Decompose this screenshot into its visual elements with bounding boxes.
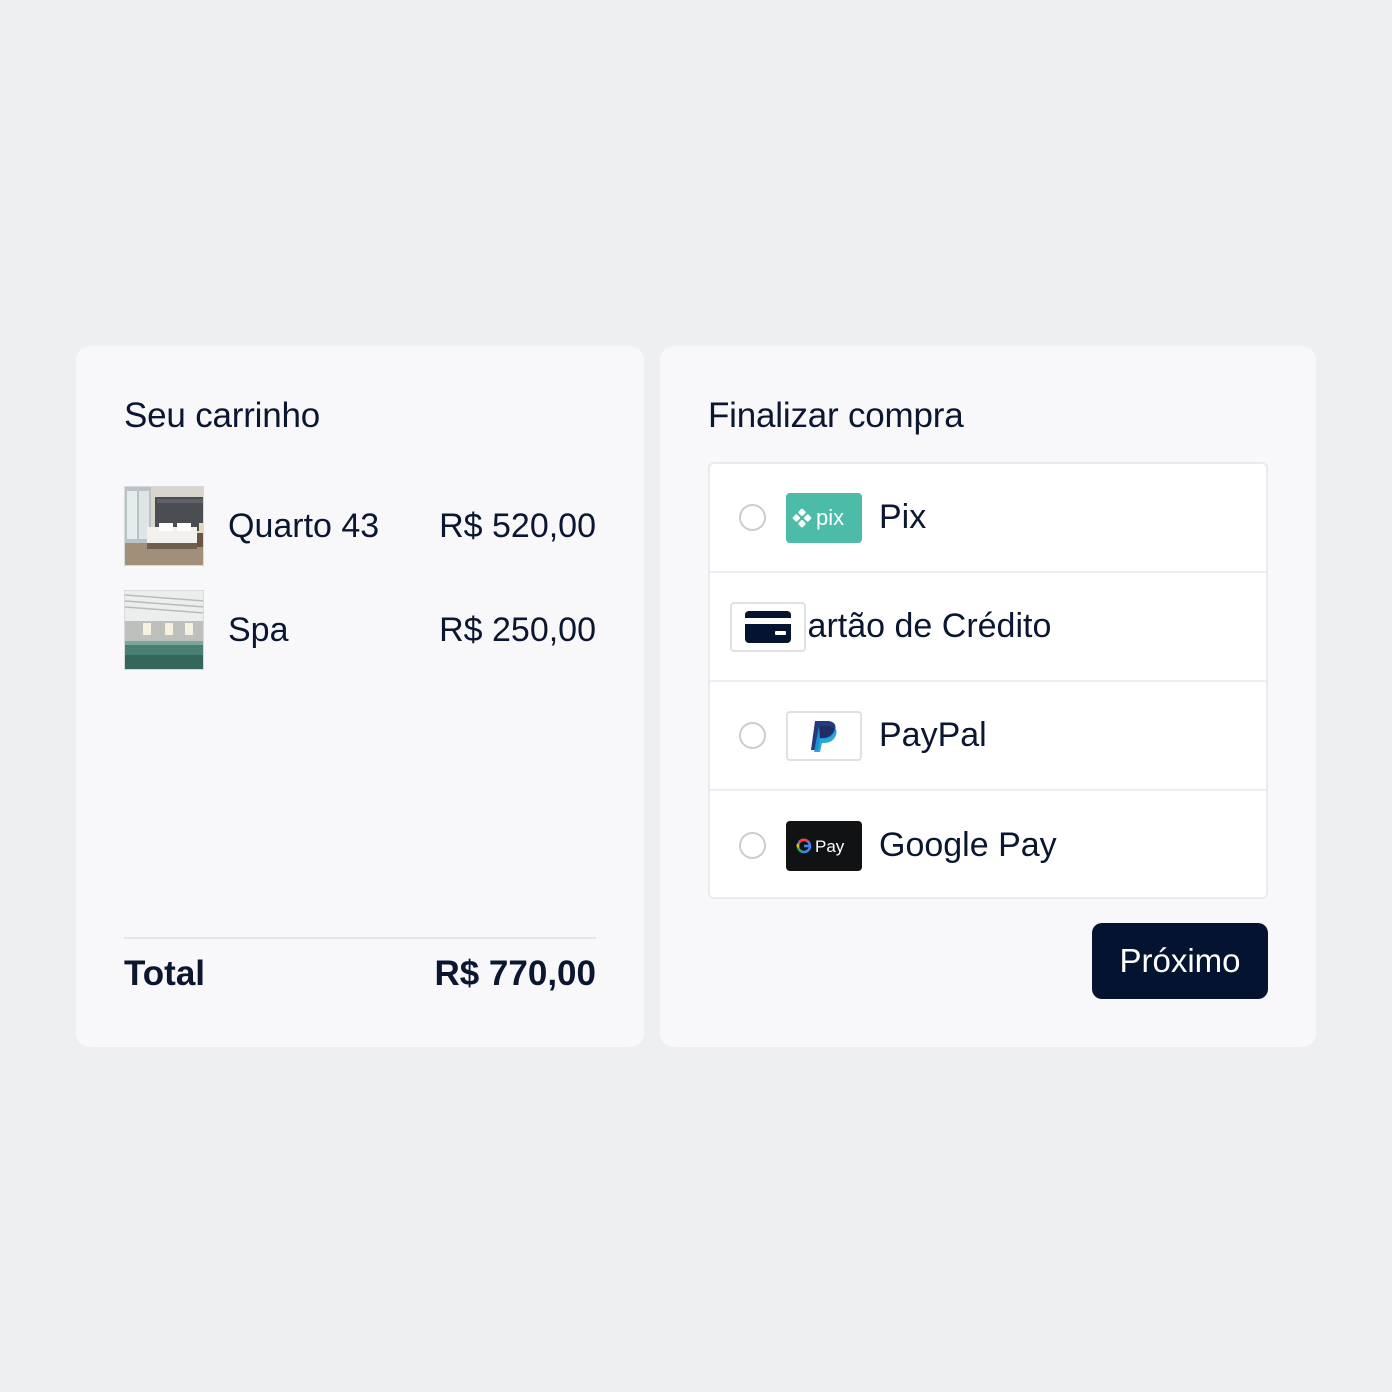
radio-button[interactable] <box>739 504 766 531</box>
hotel-room-thumbnail <box>124 486 204 566</box>
google-pay-icon: Pay <box>786 820 862 871</box>
radio-button[interactable] <box>739 722 766 749</box>
checkout-panel: Finalizar compra pix Pix Cartão de Crédi… <box>660 346 1316 1047</box>
credit-card-icon <box>730 601 806 652</box>
spa-pool-thumbnail <box>124 590 204 670</box>
payment-method-list: pix Pix Cartão de Crédito PayPal Pay Goo… <box>708 462 1268 899</box>
payment-option-google-pay[interactable]: Pay Google Pay <box>710 791 1266 897</box>
cart-item-price: R$ 250,00 <box>439 610 596 649</box>
total-divider <box>124 937 596 939</box>
payment-option-credit-card[interactable]: Cartão de Crédito <box>710 573 1266 682</box>
payment-option-label: Google Pay <box>879 826 1057 864</box>
cart-item-name: Quarto 43 <box>228 506 380 545</box>
total-row: Total R$ 770,00 <box>124 954 596 994</box>
payment-option-label: Pix <box>879 498 927 536</box>
svg-text:Pay: Pay <box>815 837 845 856</box>
payment-option-paypal[interactable]: PayPal <box>710 682 1266 791</box>
payment-option-label: Cartão de Crédito <box>783 607 1052 645</box>
next-button[interactable]: Próximo <box>1092 923 1268 999</box>
cart-item-price: R$ 520,00 <box>439 506 596 545</box>
cart-title: Seu carrinho <box>124 396 321 435</box>
cart-item: Spa R$ 250,00 <box>124 590 596 670</box>
cart-panel: Seu carrinho Quarto 43 R$ 520,00 Spa R$ … <box>76 346 644 1047</box>
payment-option-pix[interactable]: pix Pix <box>710 464 1266 573</box>
radio-button[interactable] <box>739 832 766 859</box>
payment-option-label: PayPal <box>879 716 987 754</box>
checkout-title: Finalizar compra <box>708 396 964 435</box>
svg-text:pix: pix <box>816 505 844 530</box>
total-label: Total <box>124 954 206 993</box>
total-value: R$ 770,00 <box>434 954 596 993</box>
cart-item: Quarto 43 R$ 520,00 <box>124 486 596 566</box>
cart-item-name: Spa <box>228 610 289 649</box>
pix-icon: pix <box>786 492 862 543</box>
paypal-icon <box>786 710 862 761</box>
